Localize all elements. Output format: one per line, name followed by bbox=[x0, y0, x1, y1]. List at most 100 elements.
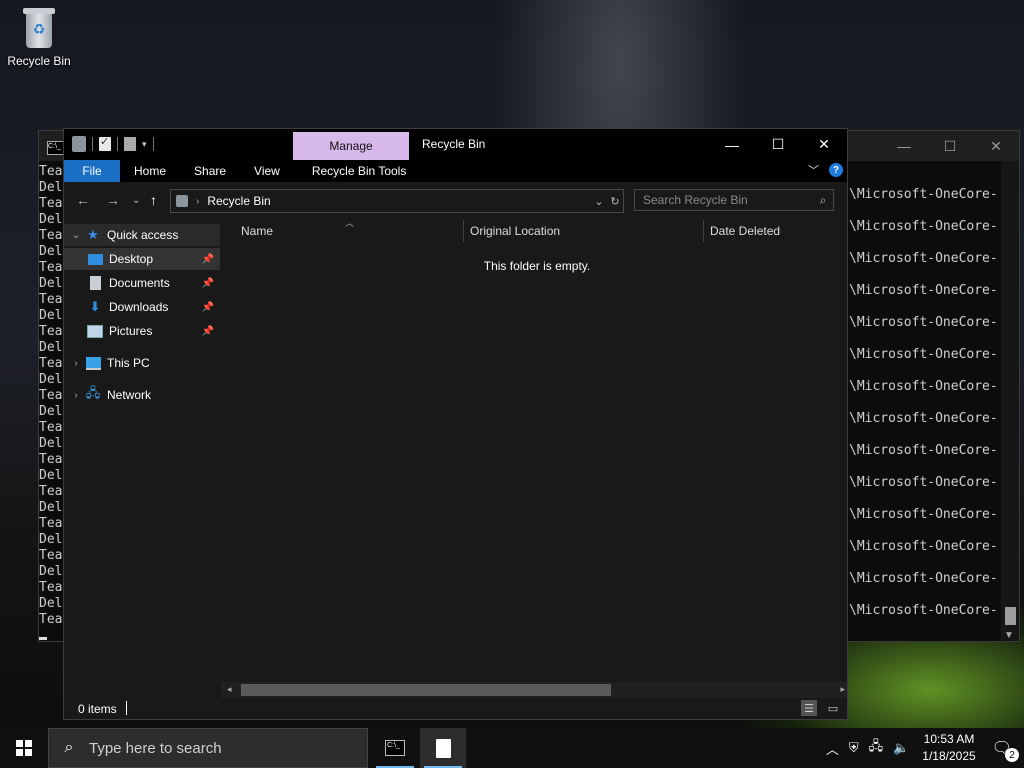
quick-access-toolbar: ▾ bbox=[72, 135, 154, 152]
clock[interactable]: 10:53 AM 1/18/2025 bbox=[922, 731, 975, 765]
refresh-icon[interactable]: ↻ bbox=[607, 195, 623, 208]
address-bar[interactable]: › Recycle Bin ⌄ ↻ bbox=[170, 189, 624, 213]
taskbar-search-box[interactable]: ⌕ Type here to search bbox=[48, 728, 368, 768]
tab-view[interactable]: View bbox=[240, 160, 294, 182]
documents-icon bbox=[87, 276, 103, 290]
column-header-original-location[interactable]: Original Location bbox=[470, 224, 560, 238]
star-icon: ★ bbox=[87, 227, 99, 242]
volume-muted-icon[interactable]: 🔈 bbox=[893, 740, 909, 756]
status-divider bbox=[126, 701, 127, 715]
horizontal-scroll-thumb[interactable] bbox=[241, 684, 611, 696]
tab-file[interactable]: File bbox=[64, 160, 120, 182]
console-line: Tea bbox=[39, 356, 63, 371]
console-line: Del bbox=[39, 564, 63, 579]
nav-pictures[interactable]: Pictures 📌 bbox=[64, 320, 220, 342]
console-line: Del bbox=[39, 244, 63, 259]
nav-documents-label: Documents bbox=[109, 276, 170, 290]
pin-icon[interactable]: 📌 bbox=[202, 302, 214, 313]
column-header-date-deleted[interactable]: Date Deleted bbox=[710, 224, 780, 238]
file-list[interactable]: ︿ Name Original Location Date Deleted Th… bbox=[221, 218, 847, 696]
tab-recycle-bin-tools[interactable]: Recycle Bin Tools bbox=[298, 160, 421, 182]
console-line: \Microsoft-OneCore- bbox=[849, 379, 998, 394]
console-line: Del bbox=[39, 532, 63, 547]
horizontal-scrollbar[interactable]: ◂ ▸ bbox=[221, 682, 847, 698]
taskbar-search-input[interactable]: Type here to search bbox=[89, 740, 222, 757]
nav-documents[interactable]: Documents 📌 bbox=[64, 272, 220, 294]
up-arrow-icon[interactable]: ↑ bbox=[150, 192, 157, 208]
console-scroll-thumb[interactable] bbox=[1005, 607, 1016, 625]
console-output-right: \Microsoft-OneCore- \Microsoft-OneCore- \M… bbox=[849, 179, 1001, 627]
recycle-bin-desktop-icon[interactable]: ♻ Recycle Bin bbox=[4, 6, 74, 68]
search-icon[interactable]: ⌕ bbox=[813, 193, 833, 208]
help-icon[interactable]: ? bbox=[829, 163, 843, 177]
pin-icon[interactable]: 📌 bbox=[202, 326, 214, 337]
item-count: 0 items bbox=[78, 702, 117, 716]
nav-this-pc[interactable]: › This PC bbox=[64, 352, 220, 374]
console-scroll-down-icon[interactable]: ▼ bbox=[1004, 630, 1014, 641]
navigation-pane: ⌄ ★ Quick access Desktop 📌 Documents 📌 ⬇… bbox=[64, 218, 220, 696]
new-folder-icon[interactable] bbox=[124, 137, 136, 151]
document-icon bbox=[435, 738, 451, 758]
security-warning-icon[interactable]: ⛨ bbox=[849, 740, 859, 756]
tab-share[interactable]: Share bbox=[180, 160, 240, 182]
breadcrumb-recycle-bin[interactable]: Recycle Bin bbox=[207, 194, 591, 208]
console-line: \Microsoft-OneCore- bbox=[849, 283, 998, 298]
expand-ribbon-chevron-icon[interactable]: ﹀ bbox=[808, 162, 819, 178]
nav-quick-access-label: Quick access bbox=[107, 228, 179, 242]
column-divider[interactable] bbox=[703, 220, 704, 242]
nav-network[interactable]: › 🖧 Network bbox=[64, 384, 220, 406]
nav-desktop[interactable]: Desktop 📌 bbox=[64, 248, 220, 270]
minimize-button[interactable]: — bbox=[709, 129, 755, 160]
search-input[interactable]: Search Recycle Bin bbox=[635, 193, 813, 207]
console-line: \Microsoft-OneCore- bbox=[849, 475, 998, 490]
address-dropdown-icon[interactable]: ⌄ bbox=[591, 195, 607, 208]
tab-home[interactable]: Home bbox=[120, 160, 180, 182]
console-line: Del bbox=[39, 372, 63, 387]
breadcrumb-chevron-icon[interactable]: › bbox=[196, 196, 199, 207]
show-hidden-icons-chevron-icon[interactable]: ︿ bbox=[826, 739, 839, 758]
console-minimize-button[interactable]: — bbox=[881, 131, 927, 161]
scroll-left-icon[interactable]: ◂ bbox=[227, 684, 232, 695]
back-arrow-icon[interactable]: ← bbox=[76, 192, 90, 208]
collapse-chevron-icon[interactable]: ⌄ bbox=[67, 230, 85, 241]
search-box[interactable]: Search Recycle Bin ⌕ bbox=[634, 189, 834, 211]
close-button[interactable]: ✕ bbox=[801, 129, 847, 160]
console-line: \Microsoft-OneCore- bbox=[849, 219, 998, 234]
console-scrollbar[interactable]: ▼ bbox=[1001, 161, 1019, 641]
tab-manage[interactable]: Manage bbox=[293, 132, 409, 160]
explorer-window[interactable]: ▾ Manage Recycle Bin — ☐ ✕ File Home Sha… bbox=[63, 128, 848, 720]
pin-icon[interactable]: 📌 bbox=[202, 254, 214, 265]
nav-downloads-label: Downloads bbox=[109, 300, 169, 314]
qat-divider bbox=[117, 137, 118, 151]
explorer-titlebar[interactable]: ▾ Manage Recycle Bin — ☐ ✕ bbox=[64, 129, 847, 160]
expand-chevron-icon[interactable]: › bbox=[67, 358, 85, 369]
console-line: Tea bbox=[39, 452, 63, 467]
console-line: Tea bbox=[39, 612, 63, 627]
network-icon: 🖧 bbox=[85, 385, 101, 400]
action-center-button[interactable]: 🗨 2 bbox=[992, 738, 1019, 762]
qat-divider bbox=[152, 137, 154, 151]
console-close-button[interactable]: ✕ bbox=[973, 131, 1019, 161]
details-view-icon[interactable]: ☰ bbox=[801, 700, 817, 716]
taskbar-app-file-explorer[interactable] bbox=[420, 728, 466, 768]
console-line: Del bbox=[39, 596, 63, 611]
recent-locations-chevron-icon[interactable]: ⌄ bbox=[132, 195, 140, 206]
nav-quick-access[interactable]: ⌄ ★ Quick access bbox=[64, 224, 220, 246]
console-maximize-button[interactable]: ☐ bbox=[927, 131, 973, 161]
taskbar-app-command-prompt[interactable]: C:\_ bbox=[372, 728, 418, 768]
column-divider[interactable] bbox=[463, 220, 464, 242]
start-button[interactable] bbox=[0, 728, 48, 768]
expand-chevron-icon[interactable]: › bbox=[67, 390, 85, 401]
maximize-button[interactable]: ☐ bbox=[755, 129, 801, 160]
nav-downloads[interactable]: ⬇ Downloads 📌 bbox=[64, 296, 220, 318]
properties-icon[interactable] bbox=[99, 135, 111, 151]
pin-icon[interactable]: 📌 bbox=[202, 278, 214, 289]
customize-qat-icon[interactable]: ▾ bbox=[142, 139, 147, 150]
large-icons-view-icon[interactable]: ▭ bbox=[825, 700, 841, 716]
network-status-icon[interactable]: 🖧 bbox=[869, 737, 884, 759]
console-line: \Microsoft-OneCore- bbox=[849, 507, 998, 522]
column-header-name[interactable]: Name bbox=[241, 224, 273, 238]
forward-arrow-icon[interactable]: → bbox=[106, 192, 120, 208]
scroll-right-icon[interactable]: ▸ bbox=[840, 684, 845, 695]
clock-date: 1/18/2025 bbox=[922, 749, 976, 763]
